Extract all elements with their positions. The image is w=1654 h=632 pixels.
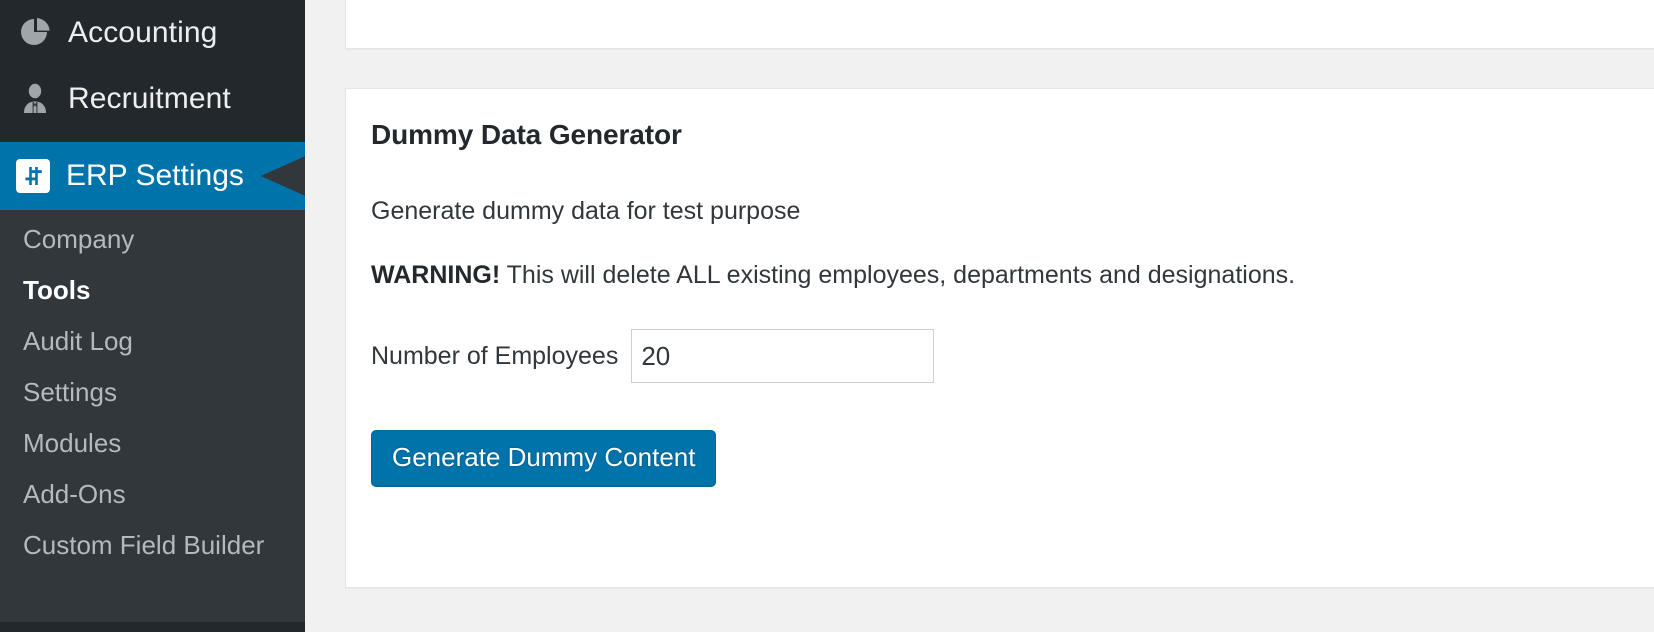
sidebar-item-label: Add-Ons [23, 479, 126, 510]
sidebar-item-company[interactable]: Company [0, 214, 305, 265]
sidebar-item-accounting[interactable]: Accounting [0, 0, 305, 66]
content-area: Dummy Data Generator Generate dummy data… [305, 0, 1654, 632]
dummy-data-generator-card: Dummy Data Generator Generate dummy data… [345, 88, 1654, 588]
sidebar-item-settings[interactable]: Settings [0, 367, 305, 418]
sidebar-item-modules[interactable]: Modules [0, 418, 305, 469]
employees-form-row: Number of Employees [371, 290, 1639, 383]
sidebar-item-label: Accounting [68, 16, 217, 50]
pie-chart-icon [16, 14, 54, 52]
sidebar-item-audit-log[interactable]: Audit Log [0, 316, 305, 367]
sidebar-item-label: Recruitment [68, 82, 231, 116]
sidebar-item-add-ons[interactable]: Add-Ons [0, 469, 305, 520]
panel-description: Generate dummy data for test purpose [371, 151, 1639, 226]
employees-count-input[interactable] [631, 329, 934, 383]
previous-panel-card [345, 0, 1654, 49]
user-tie-icon [16, 80, 54, 118]
warning-body: This will delete ALL existing employees,… [500, 261, 1295, 289]
sidebar-item-label: Custom Field Builder [23, 530, 264, 561]
sidebar-item-recruitment[interactable]: Recruitment [0, 66, 305, 132]
sidebar: Accounting Recruitment [0, 0, 305, 632]
generate-dummy-content-button[interactable]: Generate Dummy Content [371, 430, 716, 486]
employees-count-label: Number of Employees [371, 342, 618, 371]
screen: Accounting Recruitment [0, 0, 1654, 632]
sidebar-item-label: Modules [23, 428, 121, 459]
sidebar-item-label: Company [23, 224, 134, 255]
sidebar-footer [0, 622, 305, 632]
sliders-icon [16, 159, 50, 193]
sidebar-item-label: Audit Log [23, 326, 133, 357]
sidebar-item-tools[interactable]: Tools [0, 265, 305, 316]
page-title: Dummy Data Generator [371, 119, 1639, 151]
sidebar-item-label: Tools [23, 275, 90, 306]
sidebar-item-label: ERP Settings [66, 159, 244, 193]
submit-row: Generate Dummy Content [371, 383, 1639, 486]
sidebar-submenu: Company Tools Audit Log Settings Modules… [0, 214, 305, 571]
sidebar-item-label: Settings [23, 377, 117, 408]
sidebar-item-erp-settings[interactable]: ERP Settings [0, 142, 305, 210]
sidebar-item-custom-field-builder[interactable]: Custom Field Builder [0, 520, 305, 571]
warning-label: WARNING! [371, 261, 500, 289]
warning-text: WARNING! This will delete ALL existing e… [371, 226, 1639, 290]
